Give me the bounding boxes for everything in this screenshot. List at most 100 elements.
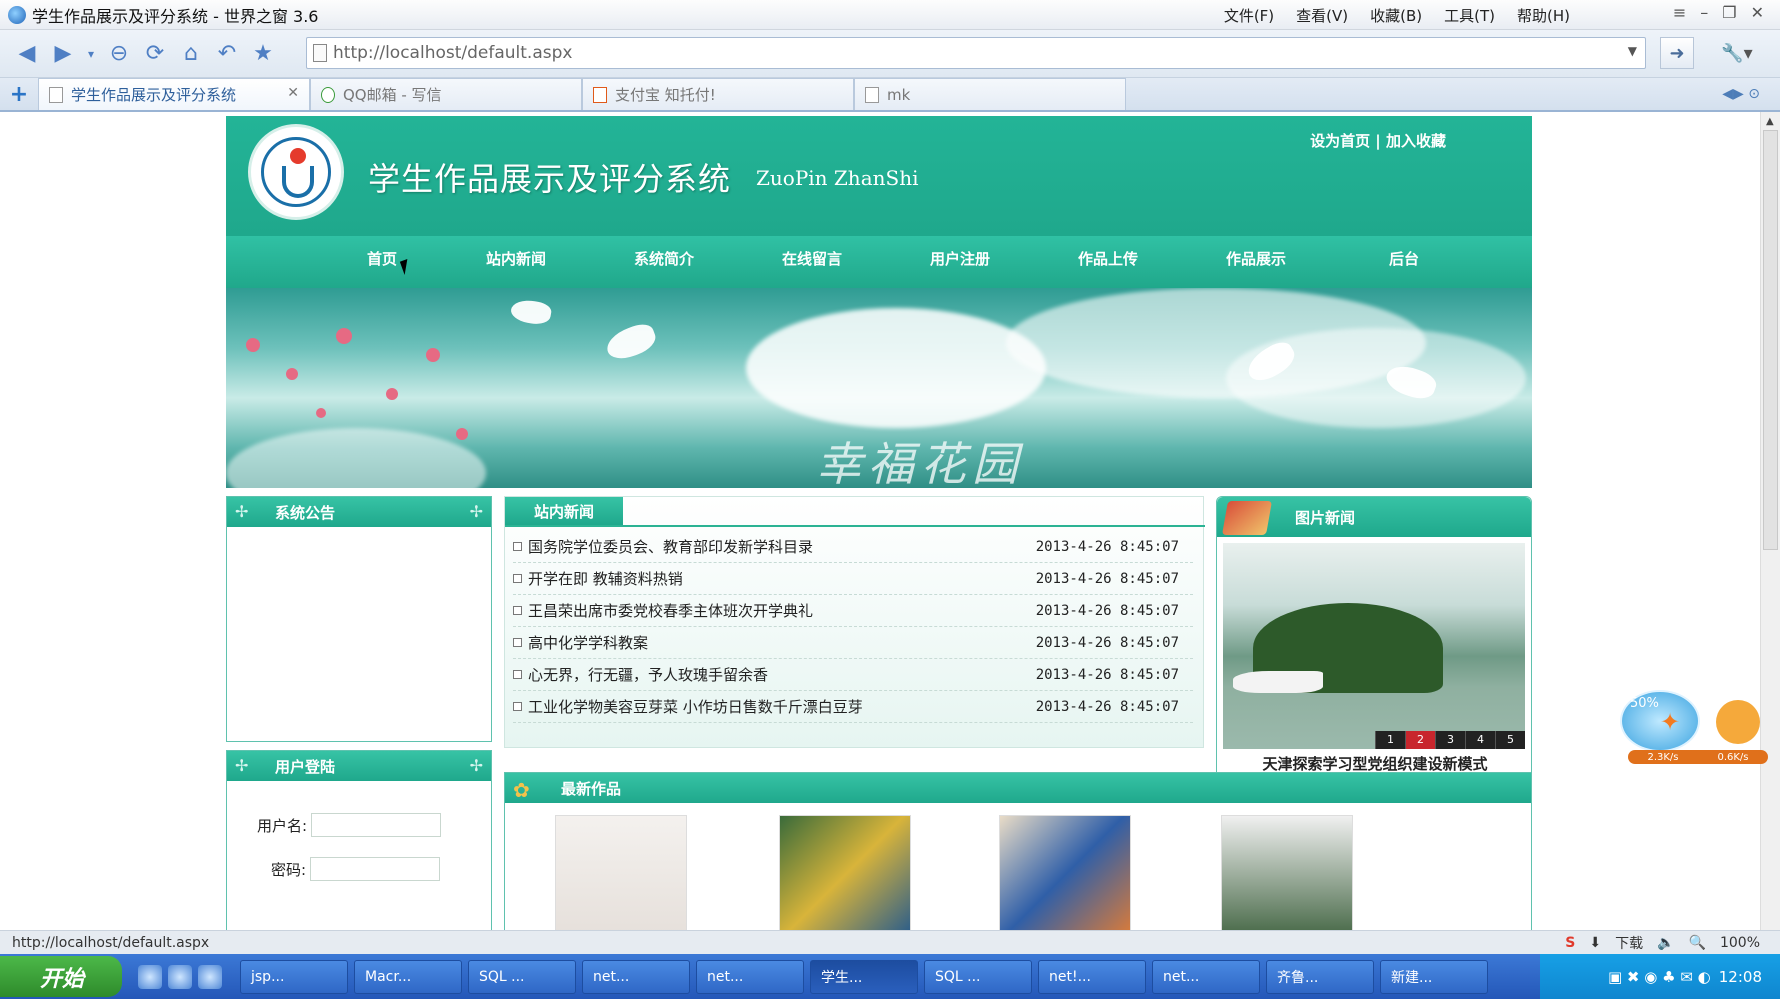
- zoom-icon[interactable]: 🔍: [1689, 935, 1706, 951]
- news-item[interactable]: 工业化学物美容豆芽菜 小作坊日售数千斤漂白豆芽 2013-4-26 8:45:07: [513, 691, 1193, 723]
- status-url: http://localhost/default.aspx: [12, 934, 210, 951]
- tools-wrench-icon[interactable]: 🔧▾: [1712, 37, 1762, 69]
- bullet-icon: [513, 542, 522, 551]
- sogou-icon[interactable]: S: [1565, 935, 1575, 951]
- home-icon[interactable]: ⌂: [176, 39, 206, 69]
- news-item[interactable]: 王昌荣出席市委党校春季主体班次开学典礼 2013-4-26 8:45:07: [513, 595, 1193, 627]
- site-header: 学生作品展示及评分系统 ZuoPin ZhanShi 设为首页 | 加入收藏: [226, 116, 1532, 236]
- taskbar-item[interactable]: SQL ...: [924, 959, 1032, 994]
- taskbar-item[interactable]: net...: [696, 959, 804, 994]
- browser-quicklaunch-icon[interactable]: [198, 964, 222, 989]
- news-title[interactable]: 心无界，行无疆，予人玫瑰手留余香: [528, 664, 768, 685]
- close-tab-icon[interactable]: ✕: [287, 85, 299, 101]
- latest-works-title: 最新作品: [561, 779, 622, 798]
- menu-file[interactable]: 文件(F): [1224, 5, 1274, 26]
- menu-favorites[interactable]: 收藏(B): [1370, 5, 1422, 26]
- address-url[interactable]: http://localhost/default.aspx: [333, 43, 572, 63]
- news-title[interactable]: 国务院学位委员会、教育部印发新学科目录: [528, 536, 813, 557]
- start-button[interactable]: 开始: [0, 956, 122, 997]
- menu-view[interactable]: 查看(V): [1296, 5, 1348, 26]
- news-item[interactable]: 心无界，行无疆，予人玫瑰手留余香 2013-4-26 8:45:07: [513, 659, 1193, 691]
- news-item[interactable]: 高中化学学科教案 2013-4-26 8:45:07: [513, 627, 1193, 659]
- nav-intro[interactable]: 系统简介: [590, 236, 738, 288]
- clock[interactable]: 12:08: [1719, 968, 1762, 986]
- scroll-up-icon[interactable]: ▲: [1766, 116, 1774, 127]
- refresh-icon[interactable]: ⟳: [140, 39, 170, 69]
- slide-page-3[interactable]: 3: [1435, 731, 1465, 749]
- menu-help[interactable]: 帮助(H): [1517, 5, 1570, 26]
- photo-caption[interactable]: 天津探索学习型党组织建设新模式: [1217, 753, 1533, 774]
- tray-icons[interactable]: ▣ ✖ ◉ ♣ ✉ ◐: [1608, 968, 1711, 986]
- download-label[interactable]: 下载: [1615, 933, 1643, 953]
- username-input[interactable]: [311, 813, 442, 837]
- history-dropdown-icon[interactable]: ▾: [84, 39, 98, 69]
- nav-admin[interactable]: 后台: [1330, 236, 1478, 288]
- top-links[interactable]: 设为首页 | 加入收藏: [1310, 130, 1446, 151]
- ie-icon[interactable]: [138, 964, 162, 989]
- news-item[interactable]: 开学在即 教辅资料热销 2013-4-26 8:45:07: [513, 563, 1193, 595]
- tab-alipay[interactable]: 支付宝 知托付!: [582, 78, 854, 110]
- taskbar-item[interactable]: Macr...: [354, 959, 462, 994]
- address-dropdown-icon[interactable]: ▼: [1628, 44, 1637, 58]
- taskbar-item[interactable]: net...: [1152, 959, 1260, 994]
- undo-icon[interactable]: ↶: [212, 39, 242, 69]
- news-title[interactable]: 开学在即 教辅资料热销: [528, 568, 683, 589]
- taskbar-item[interactable]: net!...: [1038, 959, 1146, 994]
- taskbar-item[interactable]: 齐鲁...: [1266, 959, 1374, 994]
- zoom-level[interactable]: 100%: [1720, 935, 1760, 951]
- new-tab-icon[interactable]: +: [0, 78, 38, 110]
- nav-news[interactable]: 站内新闻: [442, 236, 590, 288]
- tab-scroll-icon[interactable]: ◀▶ ⊙: [1722, 86, 1760, 102]
- news-title[interactable]: 王昌荣出席市委党校春季主体班次开学典礼: [528, 600, 813, 621]
- news-panel: 站内新闻 国务院学位委员会、教育部印发新学科目录 2013-4-26 8:45:0…: [504, 496, 1205, 748]
- stop-icon[interactable]: ⊖: [104, 39, 134, 69]
- nav-register[interactable]: 用户注册: [886, 236, 1034, 288]
- page-viewport: 学生作品展示及评分系统 ZuoPin ZhanShi 设为首页 | 加入收藏 首…: [0, 112, 1760, 930]
- news-photo[interactable]: 1 2 3 4 5: [1223, 543, 1525, 749]
- work-thumbnail[interactable]: [1221, 815, 1353, 930]
- minimize-icon[interactable]: –: [1700, 3, 1708, 22]
- go-button[interactable]: ➜: [1660, 37, 1694, 69]
- taskbar-item[interactable]: 学生...: [810, 959, 918, 994]
- news-date: 2013-4-26 8:45:07: [1035, 666, 1179, 683]
- password-input[interactable]: [310, 857, 441, 881]
- qq-mail-icon: [321, 86, 335, 103]
- tab-student-works[interactable]: 学生作品展示及评分系统 ✕: [38, 78, 310, 110]
- nav-guestbook[interactable]: 在线留言: [738, 236, 886, 288]
- forward-icon[interactable]: ▶: [48, 39, 78, 69]
- work-thumbnail[interactable]: [779, 815, 911, 930]
- slide-page-2[interactable]: 2: [1405, 731, 1435, 749]
- menu-tools[interactable]: 工具(T): [1444, 5, 1495, 26]
- close-icon[interactable]: ✕: [1751, 3, 1764, 22]
- news-item[interactable]: 国务院学位委员会、教育部印发新学科目录 2013-4-26 8:45:07: [513, 531, 1193, 563]
- taskbar-item[interactable]: net...: [582, 959, 690, 994]
- menu-toggle-icon[interactable]: ≡: [1673, 3, 1686, 22]
- nav-upload[interactable]: 作品上传: [1034, 236, 1182, 288]
- download-icon[interactable]: ⬇: [1589, 935, 1601, 951]
- restore-icon[interactable]: ❐: [1722, 3, 1736, 22]
- network-speed-widget[interactable]: 50% ✦ 2.3K/s 0.6K/s: [1620, 690, 1770, 764]
- desktop-icon[interactable]: [168, 964, 192, 989]
- slide-page-5[interactable]: 5: [1495, 731, 1525, 749]
- favorite-star-icon[interactable]: ★: [248, 39, 278, 69]
- site-subtitle: ZuoPin ZhanShi: [756, 166, 919, 190]
- work-thumbnail[interactable]: [999, 815, 1131, 930]
- slide-page-4[interactable]: 4: [1465, 731, 1495, 749]
- tab-mk[interactable]: mk: [854, 78, 1126, 110]
- taskbar-item[interactable]: 新建...: [1380, 959, 1488, 994]
- taskbar-item[interactable]: jsp...: [240, 959, 348, 994]
- news-tab[interactable]: 站内新闻: [505, 497, 623, 525]
- news-title[interactable]: 高中化学学科教案: [528, 632, 648, 653]
- taskbar-item[interactable]: SQL ...: [468, 959, 576, 994]
- volume-icon[interactable]: 🔈: [1657, 935, 1674, 951]
- scroll-thumb[interactable]: [1763, 130, 1778, 550]
- nav-showcase[interactable]: 作品展示: [1182, 236, 1330, 288]
- slide-pager: 1 2 3 4 5: [1375, 731, 1525, 749]
- back-icon[interactable]: ◀: [12, 39, 42, 69]
- address-bar[interactable]: http://localhost/default.aspx ▼: [306, 37, 1646, 69]
- tab-qq-mail[interactable]: QQ邮箱 - 写信: [310, 78, 582, 110]
- vertical-scrollbar[interactable]: ▲: [1760, 112, 1780, 930]
- news-title[interactable]: 工业化学物美容豆芽菜 小作坊日售数千斤漂白豆芽: [528, 696, 863, 717]
- slide-page-1[interactable]: 1: [1375, 731, 1405, 749]
- work-thumbnail[interactable]: [555, 815, 687, 930]
